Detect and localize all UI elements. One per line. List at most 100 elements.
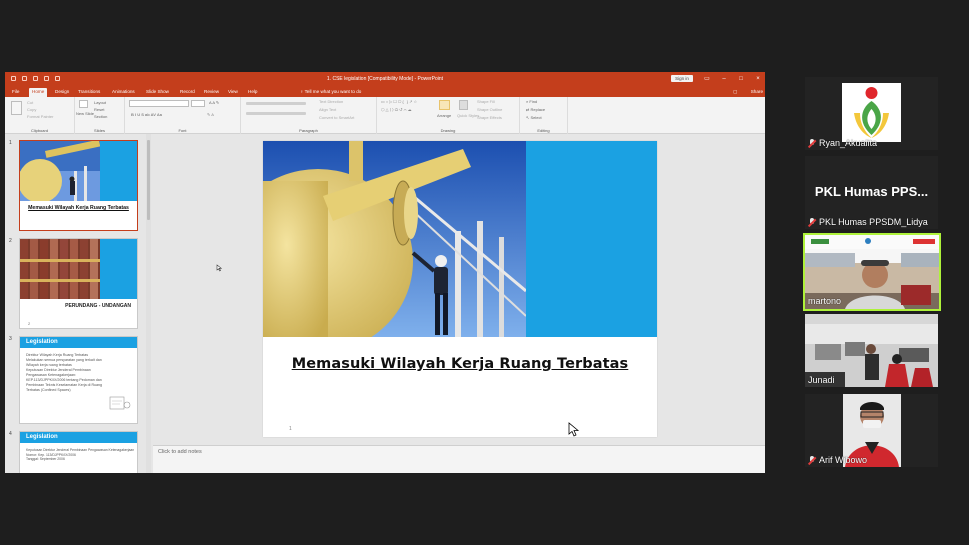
find-button[interactable]: ⌕ Find — [526, 99, 537, 104]
thumb-4-line: Keputusan Direktur Jenderal Pembinaan Pe… — [26, 448, 135, 452]
participant-tile-2[interactable]: PKL Humas PPS... PKL Humas PPSDM_Lidya — [805, 156, 938, 229]
thumbnail-slide-4[interactable]: Legislation Keputusan Direktur Jenderal … — [19, 431, 138, 473]
slides-label: Slides — [94, 128, 105, 133]
participant-name-label: Ryan_Akualita — [819, 138, 878, 148]
font-label: Font — [178, 128, 187, 133]
participant-tile-5[interactable]: Arif Wibowo — [805, 394, 938, 467]
participant-tile-3-active[interactable]: martono — [803, 233, 941, 311]
thumbnail-slide-2[interactable]: PERUNDANG - UNDANGAN 2 — [19, 238, 138, 329]
format-painter-button[interactable]: Format Painter — [27, 114, 53, 119]
drawing-group: ▭○▷☐⬠{ }↗☆ ⬡△⟨⟩⬭↺⌒☁ Arrange Quick Styles… — [377, 97, 520, 134]
new-slide-button[interactable]: New Slide — [76, 111, 94, 116]
shapes-gallery-icon[interactable]: ▭○▷☐⬠{ }↗☆ — [381, 99, 418, 104]
tab-home[interactable]: Home — [29, 88, 48, 97]
clipboard-group: Cut Copy Format Painter Clipboard — [5, 97, 75, 134]
shape-fill-button[interactable]: Shape Fill — [477, 99, 495, 104]
thumb-3-header-bar: Legislation — [20, 337, 137, 348]
text-direction-button[interactable]: Text Direction — [319, 99, 343, 104]
select-button[interactable]: ↖ Select — [526, 115, 542, 120]
thumb-number: 3 — [9, 336, 12, 342]
shapes-gallery-row2-icon[interactable]: ⬡△⟨⟩⬭↺⌒☁ — [381, 107, 413, 112]
quick-styles-icon[interactable] — [459, 100, 468, 110]
font-group: A A ✎ B I U S ab AV Aa ✎ A Font — [125, 97, 241, 134]
participant-name-label: Arif Wibowo — [819, 455, 868, 465]
cut-button[interactable]: Cut — [27, 100, 33, 105]
thumb-2-page: 2 — [28, 321, 31, 326]
tab-record[interactable]: Record — [177, 88, 198, 97]
thumbnail-slide-1[interactable]: Memasuki Wilayah Kerja Ruang Terbatas — [19, 140, 138, 231]
thumb-1-title: Memasuki Wilayah Kerja Ruang Terbatas — [28, 205, 129, 211]
tab-animations[interactable]: Animations — [109, 88, 138, 97]
tell-me-label: Tell me what you want to do — [304, 89, 362, 94]
comments-icon[interactable]: ▢ — [733, 88, 737, 96]
font-format-icons[interactable]: B I U S ab AV Aa — [131, 112, 162, 117]
clipboard-label: Clipboard — [30, 128, 49, 133]
replace-label: Replace — [530, 107, 546, 112]
tab-transitions[interactable]: Transitions — [75, 88, 103, 97]
minimize-icon[interactable]: – — [720, 75, 728, 83]
shape-outline-button[interactable]: Shape Outline — [477, 107, 502, 112]
meeting-stage: 1. CSE legislation [Compatibility Mode] … — [0, 0, 969, 545]
tab-review[interactable]: Review — [201, 88, 222, 97]
font-color-icons[interactable]: ✎ A — [207, 112, 214, 117]
tab-view[interactable]: View — [225, 88, 241, 97]
paragraph-label: Paragraph — [299, 128, 318, 133]
notes-pane[interactable]: Click to add notes — [153, 445, 765, 473]
copy-button[interactable]: Copy — [27, 107, 36, 112]
scrollbar-thumb[interactable] — [147, 140, 150, 220]
paste-icon[interactable] — [11, 101, 22, 115]
maximize-icon[interactable]: □ — [737, 75, 745, 83]
thumbnails-scrollbar[interactable] — [146, 134, 151, 473]
mic-muted-icon — [808, 217, 816, 227]
arrange-button[interactable]: Arrange — [437, 113, 451, 118]
thumbnail-slide-3[interactable]: Legislation Direktur Wilayah Kerja Ruang… — [19, 336, 138, 424]
convert-smartart-button[interactable]: Convert to SmartArt — [319, 115, 354, 120]
thumb-number: 2 — [9, 238, 12, 244]
drawing-label: Drawing — [440, 128, 456, 133]
participant-tile-1[interactable]: Ryan_Akualita — [805, 77, 938, 150]
tab-help[interactable]: Help — [245, 88, 260, 97]
font-size-arrows-icon[interactable]: A A ✎ — [209, 100, 219, 105]
font-size-field[interactable] — [191, 100, 205, 107]
share-button[interactable]: Share — [751, 88, 763, 96]
tab-file[interactable]: File — [9, 88, 22, 97]
blue-accent-panel — [526, 141, 657, 337]
participant-logo — [842, 83, 901, 142]
quick-styles-button[interactable]: Quick Styles — [457, 113, 479, 118]
participant-name: martono — [808, 296, 841, 306]
participant-name-label: Junadi — [808, 375, 835, 385]
replace-button[interactable]: ⇄ Replace — [526, 107, 545, 112]
section-button[interactable]: Section — [94, 114, 107, 119]
tab-slide-show[interactable]: Slide Show — [143, 88, 172, 97]
slides-group: New Slide Layout Reset Section Slides — [75, 97, 125, 134]
participant-name-label: PKL Humas PPSDM_Lidya — [819, 217, 928, 227]
participant-tile-4[interactable]: Junadi — [805, 314, 938, 387]
font-name-field[interactable] — [129, 100, 189, 107]
ribbon-display-icon[interactable]: ▭ — [703, 75, 711, 83]
participant-display-name: PKL Humas PPS... — [814, 184, 929, 199]
title-bar: 1. CSE legislation [Compatibility Mode] … — [5, 72, 765, 86]
shape-effects-button[interactable]: Shape Effects — [477, 115, 502, 120]
tab-design[interactable]: Design — [52, 88, 72, 97]
reset-button[interactable]: Reset — [94, 107, 104, 112]
paragraph-group: Text Direction Align Text Convert to Sma… — [241, 97, 377, 134]
sign-in-button[interactable]: Sign in — [671, 75, 693, 82]
pipe-worker-photo — [263, 141, 526, 337]
new-slide-icon[interactable] — [79, 100, 88, 108]
thumb-4-header: Legislation — [26, 434, 58, 440]
participant-name: Ryan_Akualita — [808, 138, 877, 148]
find-label: Find — [529, 99, 538, 104]
close-icon[interactable]: × — [754, 75, 762, 83]
thumb-4-header-bar: Legislation — [20, 432, 137, 443]
akualita-logo-icon — [854, 87, 889, 138]
tell-me-search[interactable]: ♀ Tell me what you want to do — [300, 88, 361, 96]
arrange-icon[interactable] — [439, 100, 450, 110]
align-text-button[interactable]: Align Text — [319, 107, 336, 112]
slide-title[interactable]: Memasuki Wilayah Kerja Ruang Terbatas — [263, 356, 657, 372]
window-title: 1. CSE legislation [Compatibility Mode] … — [326, 76, 444, 82]
slide-thumbnails-pane: 1 Memasuki Wilayah Kerja Ruang Terbatas … — [5, 134, 153, 473]
layout-button[interactable]: Layout — [94, 100, 106, 105]
document-sketch-icon — [109, 396, 131, 410]
current-slide[interactable]: Memasuki Wilayah Kerja Ruang Terbatas 1 — [263, 141, 657, 437]
notes-placeholder: Click to add notes — [158, 449, 202, 455]
